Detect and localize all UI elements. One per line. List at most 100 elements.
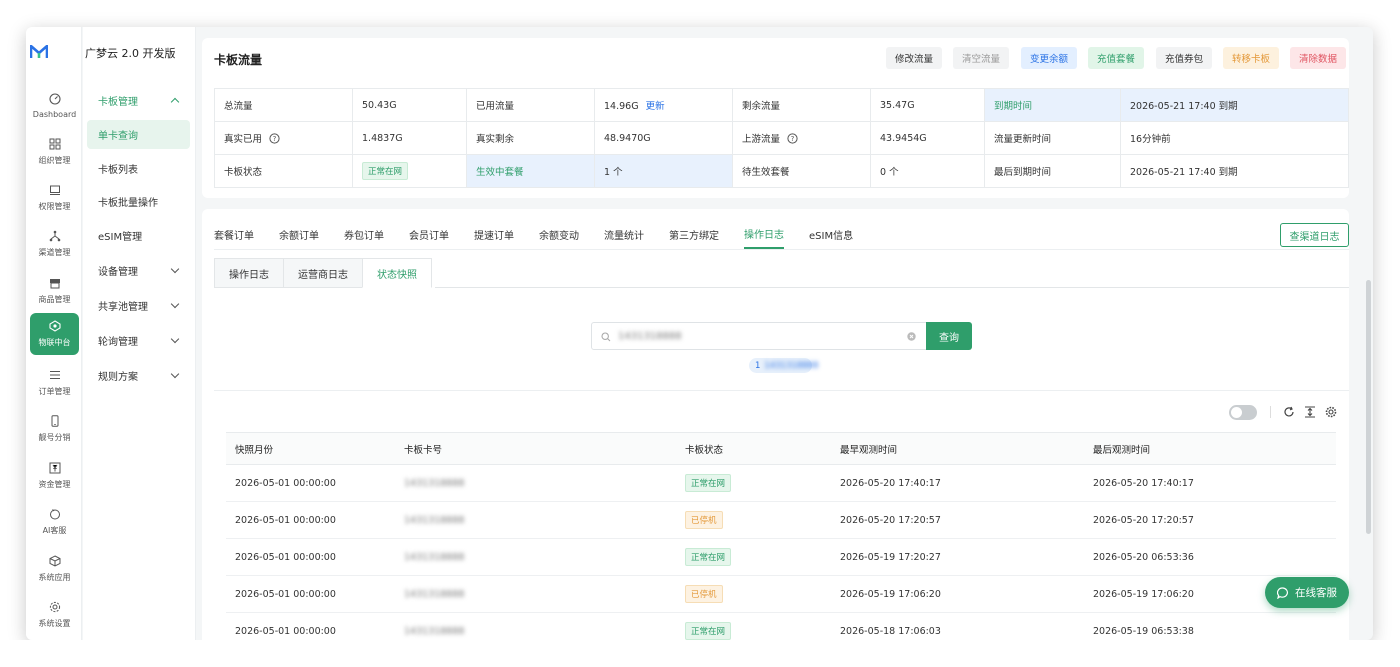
submenu-single-query[interactable]: 单卡查询 — [87, 120, 190, 149]
tab-package-orders[interactable]: 套餐订单 — [214, 219, 254, 249]
column-header: 最后观测时间 — [1084, 432, 1336, 465]
tab-speed-orders[interactable]: 提速订单 — [474, 219, 514, 249]
nav-permission[interactable]: 权限管理 — [30, 177, 79, 219]
recharge-package-button[interactable]: 充值套餐 — [1088, 47, 1145, 69]
status-badge: 已停机 — [685, 511, 723, 529]
tab-voucher-orders[interactable]: 券包订单 — [344, 219, 384, 249]
table-row[interactable]: 2026-05-01 00:00:00 1431318888 正常在网 2026… — [226, 538, 1336, 576]
nav-orders[interactable]: 订单管理 — [30, 362, 79, 404]
svg-text:?: ? — [791, 135, 795, 143]
column-height-icon[interactable] — [1304, 406, 1316, 418]
search-input[interactable]: 1431318888 — [591, 322, 927, 350]
nav-label: 资金管理 — [38, 480, 71, 489]
nav-iot[interactable]: 物联中台 — [30, 313, 79, 355]
info-value: 1.4837G — [352, 121, 467, 155]
scrollbar[interactable] — [1366, 280, 1371, 534]
last-seen: 2026-05-20 17:20:57 — [1084, 501, 1336, 539]
tab-esim-info[interactable]: eSIM信息 — [809, 219, 853, 249]
transfer-card-button[interactable]: 转移卡板 — [1223, 47, 1280, 69]
toolbar-divider — [1270, 406, 1271, 418]
submenu-card-list[interactable]: 卡板列表 — [87, 154, 190, 183]
card-status-cell: 正常在网 — [676, 538, 831, 576]
subtab-status-snapshot[interactable]: 状态快照 — [362, 258, 432, 288]
info-label: 到期时间 — [984, 88, 1121, 122]
nav-label: 商品管理 — [38, 295, 71, 304]
refresh-icon[interactable] — [1283, 406, 1295, 418]
monitor-icon — [49, 185, 60, 195]
info-label-cell: 真实已用 ? — [214, 121, 353, 155]
info-label: 生效中套餐 — [466, 154, 595, 188]
tab-third-party[interactable]: 第三方绑定 — [669, 219, 719, 249]
nav-org[interactable]: 组织管理 — [30, 131, 79, 173]
table-row[interactable]: 2026-05-01 00:00:00 1431318888 已停机 2026-… — [226, 501, 1336, 539]
submenu-pool[interactable]: 共享池管理 — [87, 291, 190, 320]
submenu-card-mgmt[interactable]: 卡板管理 — [87, 86, 190, 115]
change-balance-button[interactable]: 变更余额 — [1021, 47, 1078, 69]
channel-log-button[interactable]: 查渠道日志 — [1280, 223, 1349, 247]
tab-member-orders[interactable]: 会员订单 — [409, 219, 449, 249]
clear-data-button[interactable]: 清除数据 — [1290, 47, 1347, 69]
info-label: 剩余流量 — [732, 88, 871, 122]
tab-balance-changes[interactable]: 余额变动 — [539, 219, 579, 249]
clear-icon[interactable] — [907, 332, 916, 341]
order-tabs: 套餐订单 余额订单 券包订单 会员订单 提速订单 余额变动 流量统计 第三方绑定… — [214, 219, 878, 249]
modify-flow-button[interactable]: 修改流量 — [886, 47, 943, 69]
subtab-carrier-log[interactable]: 运营商日志 — [283, 258, 363, 288]
tab-balance-orders[interactable]: 余额订单 — [279, 219, 319, 249]
info-label: 卡板状态 — [214, 154, 353, 188]
search-result-chip[interactable]: 1 1431318888 — [749, 358, 819, 373]
nav-dashboard[interactable]: Dashboard — [30, 85, 79, 127]
nav-settings[interactable]: 系统设置 — [30, 594, 79, 636]
settings-icon[interactable] — [1325, 406, 1337, 418]
submenu-polling[interactable]: 轮询管理 — [87, 326, 190, 355]
submenu-esim[interactable]: eSIM管理 — [87, 221, 190, 250]
nav-numbers[interactable]: 靓号分销 — [30, 408, 79, 450]
snapshot-month: 2026-05-01 00:00:00 — [226, 464, 395, 502]
phone-icon — [51, 415, 58, 427]
card-number: 1431318888 — [395, 501, 676, 539]
search-button[interactable]: 查询 — [926, 322, 972, 350]
card-status-cell: 已停机 — [676, 575, 831, 613]
nav-goods[interactable]: 商品管理 — [30, 270, 79, 312]
nav-ai[interactable]: AI客服 — [30, 501, 79, 543]
nav-channel[interactable]: 渠道管理 — [30, 223, 79, 265]
info-label: 真实已用 — [224, 134, 263, 145]
dashboard-icon — [48, 93, 61, 105]
info-value: 48.9470G — [594, 121, 733, 155]
tab-flow-stats[interactable]: 流量统计 — [604, 219, 644, 249]
submenu-label: 规则方案 — [98, 372, 138, 383]
clear-flow-button[interactable]: 清空流量 — [953, 47, 1010, 69]
update-link[interactable]: 更新 — [646, 101, 665, 112]
subtab-operation-log[interactable]: 操作日志 — [214, 258, 284, 288]
info-label: 总流量 — [214, 88, 353, 122]
nav-sysapp[interactable]: 系统应用 — [30, 548, 79, 590]
first-seen: 2026-05-19 17:06:20 — [831, 575, 1084, 613]
log-subtabs: 操作日志 运营商日志 状态快照 — [214, 258, 432, 288]
info-row: 总流量 50.43G 已用流量 14.96G 更新 剩余流量 35.47G 到期… — [214, 88, 1349, 122]
info-label-cell: 上游流量 ? — [732, 121, 871, 155]
submenu-device[interactable]: 设备管理 — [87, 256, 190, 285]
submenu-label: 单卡查询 — [98, 131, 138, 142]
status-badge: 已停机 — [685, 585, 723, 603]
search-icon — [601, 332, 611, 342]
recharge-voucher-button[interactable]: 充值券包 — [1156, 47, 1213, 69]
table-row[interactable]: 2026-05-01 00:00:00 1431318888 已停机 2026-… — [226, 575, 1336, 613]
toggle-switch[interactable] — [1229, 405, 1257, 420]
submenu-batch[interactable]: 卡板批量操作 — [87, 187, 190, 216]
submenu-rules[interactable]: 规则方案 — [87, 361, 190, 390]
subtabs-divider — [435, 287, 1349, 288]
card-number: 1431318888 — [395, 575, 676, 613]
status-badge: 正常在网 — [685, 474, 732, 492]
help-icon[interactable]: ? — [269, 133, 280, 144]
grid-icon — [49, 138, 60, 150]
tab-operation-log[interactable]: 操作日志 — [744, 219, 784, 249]
chevron-up-icon — [170, 97, 180, 107]
help-icon[interactable]: ? — [787, 133, 798, 144]
nav-label: 物联中台 — [38, 338, 71, 347]
nav-funds[interactable]: 资金管理 — [30, 455, 79, 497]
fab-label: 在线客服 — [1295, 587, 1337, 599]
submenu-label: eSIM管理 — [98, 232, 143, 243]
chip-value: 1431318888 — [764, 360, 819, 371]
online-support-button[interactable]: 在线客服 — [1265, 577, 1349, 608]
table-row[interactable]: 2026-05-01 00:00:00 1431318888 正常在网 2026… — [226, 464, 1336, 502]
